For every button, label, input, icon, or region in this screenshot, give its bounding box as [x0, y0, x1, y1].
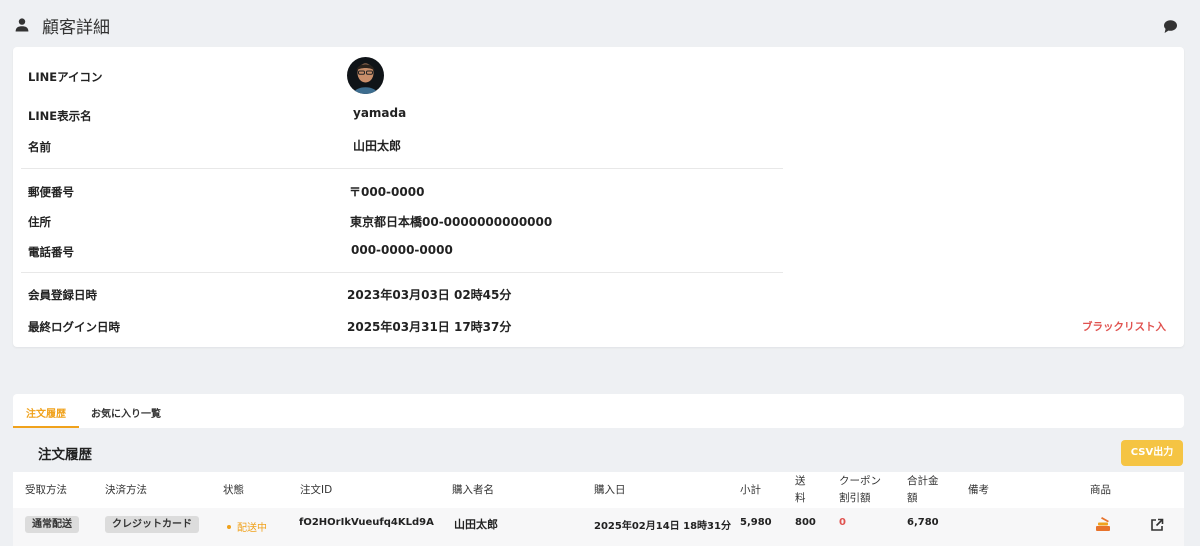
total-amount: 6,780	[907, 517, 939, 528]
column-header-order-id: 注文ID	[300, 484, 333, 496]
column-header-coupon: クーポン	[839, 475, 881, 487]
tab-favorites[interactable]: お気に入り一覧	[91, 405, 161, 420]
line-name-value: yamada	[353, 106, 407, 120]
subtotal: 5,980	[740, 517, 772, 528]
payment-method-badge: クレジットカード	[105, 516, 199, 533]
purchase-date: 2025年02月14日 18時31分	[594, 521, 731, 532]
person-icon	[14, 17, 30, 33]
buyer-name: 山田太郎	[454, 518, 498, 531]
status-badge: 配送中	[227, 519, 267, 534]
registered-label: 会員登録日時	[28, 288, 97, 302]
column-header-buyer: 購入者名	[452, 484, 494, 496]
open-external-icon[interactable]	[1150, 517, 1164, 531]
product-stack-icon[interactable]	[1095, 516, 1111, 532]
order-id: fO2HOrIkVueufq4KLd9A	[299, 517, 434, 528]
tab-bar: 注文履歴 お気に入り一覧	[13, 394, 1184, 428]
column-header-shipping: 送	[795, 475, 806, 487]
column-header-coupon: 割引額	[839, 492, 871, 504]
divider	[21, 168, 783, 169]
column-header-note: 備考	[968, 484, 989, 496]
line-name-label: LINE表示名	[28, 109, 92, 123]
shipping-fee: 800	[795, 517, 816, 528]
csv-export-button[interactable]: CSV出力	[1121, 440, 1183, 466]
status-text: 配送中	[237, 523, 267, 534]
page-title: 顧客詳細	[42, 18, 110, 38]
column-header-receive: 受取方法	[25, 484, 67, 496]
name-label: 名前	[28, 140, 51, 154]
column-header-date: 購入日	[594, 484, 626, 496]
customer-detail-card: LINEアイコン LINE表示名 yamada 名前 山田太郎 郵便番号 〒00…	[13, 47, 1184, 347]
column-header-total: 合計金	[907, 475, 939, 487]
blacklist-button[interactable]: ブラックリスト入	[1082, 319, 1166, 334]
divider	[21, 272, 783, 273]
coupon-discount: 0	[839, 517, 846, 528]
address-value: 東京都日本橋00-0000000000000	[350, 215, 553, 229]
page-header: 顧客詳細	[0, 0, 1200, 48]
postal-value: 〒000-0000	[349, 185, 425, 199]
line-icon-label: LINEアイコン	[28, 70, 103, 84]
column-header-shipping: 料	[795, 492, 806, 504]
order-table: 受取方法 決済方法 状態 注文ID 購入者名 購入日 小計 送 料 クーポン 割…	[13, 472, 1184, 546]
active-tab-indicator	[13, 426, 79, 428]
name-value: 山田太郎	[353, 139, 402, 153]
section-title: 注文履歴	[38, 447, 92, 463]
chat-icon[interactable]	[1163, 19, 1178, 34]
status-dot	[227, 525, 231, 529]
column-header-payment: 決済方法	[105, 484, 147, 496]
phone-value: 000-0000-0000	[351, 243, 453, 257]
phone-label: 電話番号	[28, 245, 74, 259]
last-login-value: 2025年03月31日 17時37分	[347, 320, 512, 334]
postal-label: 郵便番号	[28, 185, 74, 199]
registered-value: 2023年03月03日 02時45分	[347, 288, 512, 302]
column-header-status: 状態	[223, 484, 244, 496]
avatar	[347, 57, 384, 94]
receive-method-badge: 通常配送	[25, 516, 79, 533]
last-login-label: 最終ログイン日時	[28, 320, 120, 334]
tab-order-history[interactable]: 注文履歴	[26, 405, 66, 420]
column-header-subtotal: 小計	[740, 484, 761, 496]
column-header-total: 額	[907, 492, 918, 504]
address-label: 住所	[28, 215, 51, 229]
column-header-product: 商品	[1090, 484, 1111, 496]
